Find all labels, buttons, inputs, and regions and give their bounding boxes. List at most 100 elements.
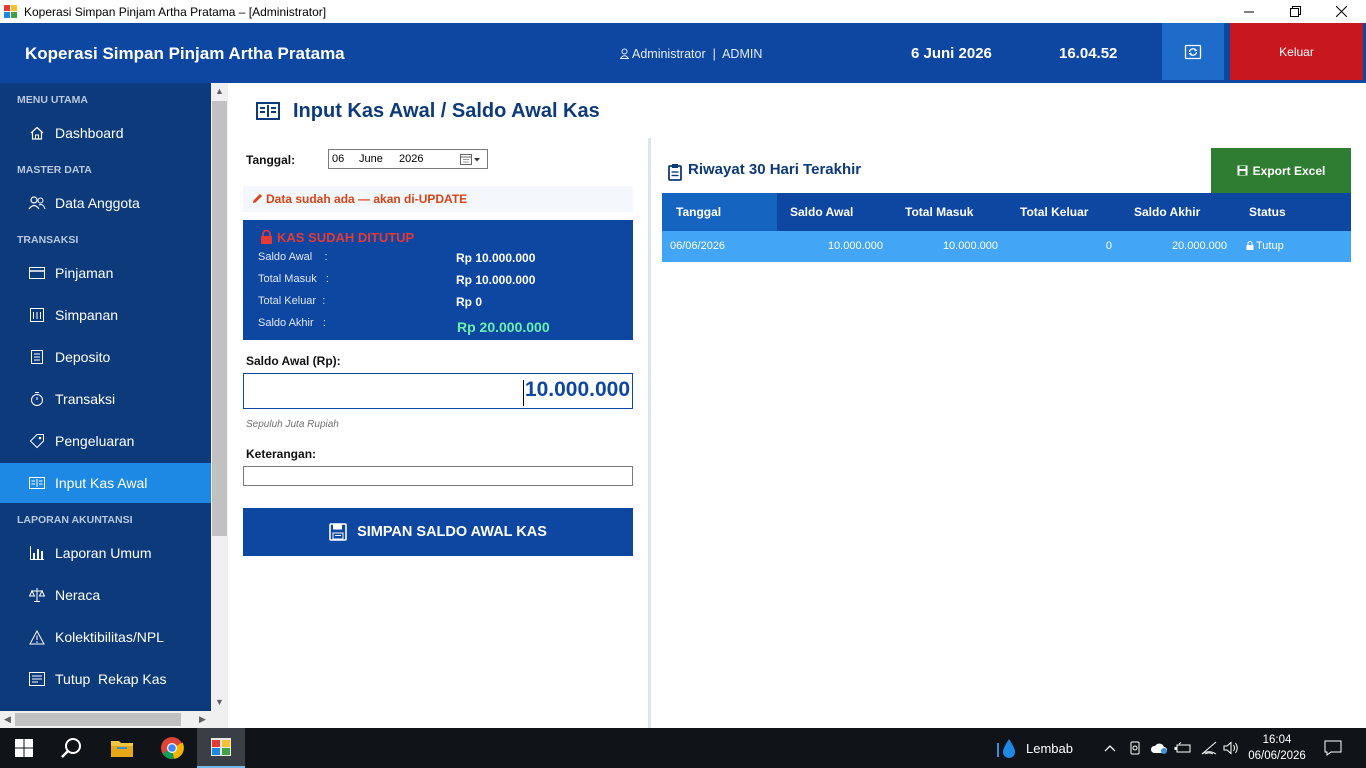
- date-picker[interactable]: 06 June 2026: [328, 149, 488, 169]
- section-menu-utama: MENU UTAMA: [17, 94, 88, 106]
- date-year[interactable]: 2026: [399, 153, 423, 165]
- history-title: Riwayat 30 Hari Terakhir: [688, 161, 862, 178]
- bank-icon: [28, 306, 46, 324]
- sidebar: MENU UTAMA Dashboard MASTER DATA Data An…: [0, 83, 211, 711]
- sidebar-item-label: Tutup Rekap Kas: [55, 671, 167, 687]
- cell-saldo-awal: 10.000.000: [827, 240, 883, 252]
- scroll-thumb[interactable]: [212, 101, 227, 536]
- export-excel-label: Export Excel: [1252, 163, 1326, 178]
- sidebar-item-tutup-rekap[interactable]: Tutup Rekap Kas: [0, 659, 211, 699]
- window-title: Koperasi Simpan Pinjam Artha Pratama – […: [24, 4, 327, 19]
- cell-status: Tutup: [1246, 231, 1284, 262]
- export-excel-button[interactable]: Export Excel: [1211, 148, 1351, 193]
- tray-onedrive[interactable]: [1148, 728, 1170, 768]
- save-saldo-awal-button[interactable]: SIMPAN SALDO AWAL KAS: [243, 508, 633, 556]
- sidebar-item-label: Dashboard: [55, 125, 124, 141]
- tanggal-label: Tanggal:: [246, 153, 296, 167]
- sidebar-item-neraca[interactable]: Neraca: [0, 575, 211, 615]
- date-month[interactable]: June: [359, 153, 383, 165]
- windows-icon: [15, 739, 33, 757]
- sidebar-item-dashboard[interactable]: Dashboard: [0, 113, 211, 153]
- sidebar-item-data-anggota[interactable]: Data Anggota: [0, 183, 211, 223]
- current-user-label: Administrator | ADMIN: [632, 47, 763, 61]
- bar-chart-icon: [28, 544, 46, 562]
- tray-network[interactable]: [1198, 728, 1220, 768]
- restore-icon: [1289, 6, 1301, 17]
- clock-time: 16:04: [1262, 734, 1292, 746]
- saldo-awal-input-value[interactable]: 10.000.000: [525, 378, 630, 402]
- column-header-saldo-awal[interactable]: Saldo Awal: [790, 193, 853, 231]
- minimize-button[interactable]: [1226, 0, 1272, 23]
- total-keluar-value: Rp 0: [456, 295, 483, 309]
- keterangan-input[interactable]: [243, 466, 633, 486]
- notification-button[interactable]: [1316, 728, 1350, 768]
- logout-button[interactable]: Keluar: [1230, 23, 1363, 80]
- save-button-label: SIMPAN SALDO AWAL KAS: [357, 524, 547, 540]
- tray-overflow-button[interactable]: [1100, 728, 1120, 768]
- sidebar-item-laporan-umum[interactable]: Laporan Umum: [0, 533, 211, 573]
- cell-total-masuk: 10.000.000: [942, 240, 998, 252]
- sidebar-item-pinjaman[interactable]: Pinjaman: [0, 253, 211, 293]
- sidebar-item-pengeluaran[interactable]: Pengeluaran: [0, 421, 211, 461]
- taskbar-clock[interactable]: 16:04 06/06/2026: [1244, 728, 1310, 768]
- app-icon: [4, 4, 18, 19]
- column-header-total-masuk[interactable]: Total Masuk: [905, 193, 973, 231]
- sidebar-item-deposito[interactable]: Deposito: [0, 337, 211, 377]
- sidebar-item-label: Pinjaman: [55, 265, 114, 281]
- column-header-status[interactable]: Status: [1249, 193, 1286, 231]
- tray-volume[interactable]: [1220, 728, 1242, 768]
- calendar-dropdown-icon[interactable]: [460, 153, 484, 168]
- scroll-right-arrow-icon[interactable]: ▶: [199, 714, 206, 725]
- scroll-left-arrow-icon[interactable]: ◀: [4, 714, 11, 725]
- date-day[interactable]: 06: [332, 153, 344, 165]
- app-icon: [211, 738, 231, 756]
- refresh-button[interactable]: [1162, 23, 1224, 80]
- lock-icon: [1246, 241, 1254, 250]
- taskbar-chrome[interactable]: [148, 728, 196, 768]
- taskbar: Lembab 16:04 06/06/2026: [0, 728, 1366, 768]
- sidebar-item-label: Neraca: [55, 587, 101, 603]
- sidebar-horizontal-scrollbar[interactable]: ◀ ▶: [0, 711, 228, 728]
- search-icon: [61, 738, 81, 758]
- start-button[interactable]: [0, 728, 48, 768]
- sidebar-item-label: Simpanan: [55, 307, 119, 323]
- chrome-icon: [161, 737, 184, 759]
- chevron-up-icon: [1104, 745, 1116, 752]
- kas-closed-header: KAS SUDAH DITUTUP: [260, 229, 414, 245]
- amount-in-words: Sepuluh Juta Rupiah: [246, 419, 339, 430]
- sidebar-item-simpanan[interactable]: Simpanan: [0, 295, 211, 335]
- column-header-tanggal[interactable]: Tanggal: [676, 193, 721, 231]
- scroll-thumb[interactable]: [15, 713, 181, 726]
- section-master-data: MASTER DATA: [17, 164, 92, 176]
- stopwatch-icon: [28, 390, 46, 408]
- column-header-saldo-akhir[interactable]: Saldo Akhir: [1134, 193, 1200, 231]
- weather-widget[interactable]: Lembab: [996, 728, 1086, 768]
- section-laporan: LAPORAN AKUNTANSI: [17, 514, 133, 526]
- sidebar-item-label: Laporan Umum: [55, 545, 152, 561]
- sidebar-item-kolektibilitas[interactable]: Kolektibilitas/NPL: [0, 617, 211, 657]
- close-button[interactable]: [1318, 0, 1364, 23]
- sidebar-item-transaksi[interactable]: Transaksi: [0, 379, 211, 419]
- sidebar-item-label: Kolektibilitas/NPL: [55, 629, 164, 645]
- column-header-total-keluar[interactable]: Total Keluar: [1020, 193, 1088, 231]
- taskbar-koperasi-app[interactable]: [197, 728, 245, 768]
- scroll-up-arrow-icon[interactable]: ▲: [215, 86, 224, 96]
- sidebar-item-input-kas-awal[interactable]: Input Kas Awal: [0, 463, 211, 503]
- wifi-icon: [1201, 741, 1217, 755]
- taskbar-file-explorer[interactable]: [98, 728, 146, 768]
- restore-button[interactable]: [1272, 0, 1318, 23]
- sidebar-item-label: Input Kas Awal: [55, 475, 148, 491]
- notification-icon: [1324, 740, 1342, 756]
- window-titlebar: Koperasi Simpan Pinjam Artha Pratama – […: [0, 0, 1366, 23]
- tray-battery[interactable]: [1172, 728, 1194, 768]
- folder-icon: [111, 741, 133, 757]
- battery-icon: [1174, 742, 1191, 753]
- sidebar-vertical-scrollbar[interactable]: ▲ ▼: [211, 83, 228, 711]
- current-user: Administrator | ADMIN: [619, 23, 763, 85]
- scroll-down-arrow-icon[interactable]: ▼: [215, 697, 224, 707]
- table-row[interactable]: 06/06/2026 10.000.000 10.000.000 0 20.00…: [662, 231, 1351, 262]
- tray-device[interactable]: [1126, 728, 1144, 768]
- saldo-awal-input[interactable]: 10.000.000: [243, 373, 633, 409]
- search-button[interactable]: [48, 728, 96, 768]
- save-icon: [1237, 165, 1248, 176]
